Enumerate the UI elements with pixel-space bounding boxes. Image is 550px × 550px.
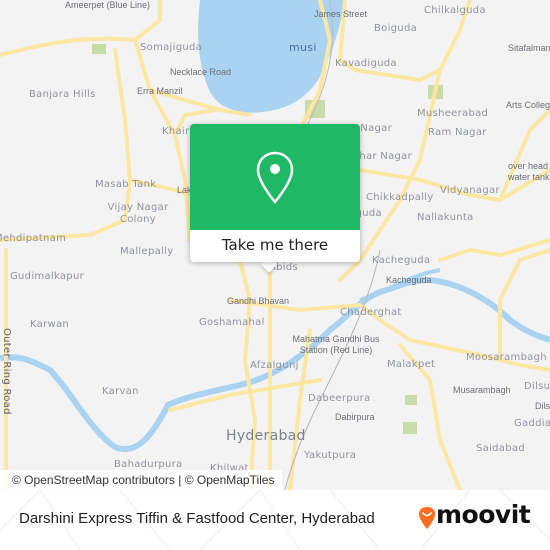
map-label: Dilsukhnagar: [524, 381, 550, 392]
map-label: Narayanguda: [360, 208, 382, 219]
map-label: Musarambagh: [453, 385, 511, 395]
take-me-there-button[interactable]: Take me there: [190, 230, 360, 262]
map-label: Arts College: [506, 100, 550, 110]
map-label: Kacheguda: [372, 255, 431, 266]
map-label: Goshamahal: [199, 317, 265, 328]
map-label: Gandhi Bhavan: [227, 296, 290, 306]
moovit-pin-icon: [419, 507, 435, 529]
map-label: Yakutpura: [304, 450, 357, 461]
map-label: Musheerabad: [417, 108, 489, 119]
map-label: Gudimalkapur: [10, 271, 85, 282]
map-label: Vijay Nagar Colony: [107, 202, 169, 225]
map-label: Dabeerpura: [308, 393, 371, 404]
map-label: Kacheguda: [386, 275, 432, 285]
map-label: Ram Nagar: [428, 127, 487, 138]
map-label: over head water tank: [508, 161, 550, 182]
map-label: Mahatma Gandhi Bus Station (Red Line): [292, 334, 380, 355]
footer: Darshini Express Tiffin & Fastfood Cente…: [0, 490, 550, 550]
map-label: Necklace Road: [170, 67, 232, 77]
map-label: Dilsukhnagar: [535, 401, 550, 411]
map-label: Malakpet: [387, 359, 436, 370]
map-label: Vidyanagar: [440, 185, 500, 196]
map-label: Moosarambagh: [466, 352, 547, 363]
moovit-logo-text: moovit: [436, 500, 531, 529]
map-label: James Street: [314, 9, 368, 19]
map-label: Masab Tank: [95, 179, 157, 190]
map-label: Boiguda: [374, 23, 418, 34]
map-label: Lakdikapul: [177, 185, 190, 195]
map-label: Chilkalguda: [424, 5, 486, 16]
map-label: Banjara Hills: [29, 89, 96, 100]
place-title: Darshini Express Tiffin & Fastfood Cente…: [19, 510, 375, 527]
map-label: Ameerpet (Blue Line): [65, 0, 151, 10]
map-label: Sitafalmandi: [508, 43, 550, 53]
map-label: Bahadurpura: [114, 459, 183, 470]
map-label: musi: [289, 41, 317, 54]
map-label: Ashok Nagar: [360, 123, 392, 134]
map-label: Jawahar Nagar: [360, 151, 412, 162]
map-label: Erra Manzil: [137, 86, 183, 96]
location-popup: Take me there: [190, 124, 360, 262]
map-label-outer-ring-road: Outer Ring Road: [1, 328, 12, 415]
map-label: Afzalgunj: [250, 360, 299, 371]
map-label: Mehdipatnam: [0, 233, 67, 244]
map-label: Kavadiguda: [335, 58, 397, 69]
map-label: Karvan: [102, 386, 139, 397]
map-pin-icon: [256, 151, 294, 204]
map-label: Dabirpura: [335, 412, 375, 422]
map-attribution[interactable]: © OpenStreetMap contributors | © OpenMap…: [0, 470, 283, 490]
map-label: Nallakunta: [417, 212, 474, 223]
map-label: Somajiguda: [140, 42, 203, 53]
map-label: Hyderabad: [226, 428, 306, 444]
map-label: Chaderghat: [340, 307, 402, 318]
popup-header: [190, 124, 360, 230]
map-label: Khairatabad: [162, 126, 190, 137]
map-label: Karwan: [30, 319, 70, 330]
map-label: Chikkadpally: [366, 192, 434, 203]
map-label: Gaddiannaram: [514, 418, 550, 429]
map-label: Mallepally: [120, 246, 174, 257]
map-label: Saidabad: [476, 443, 525, 454]
